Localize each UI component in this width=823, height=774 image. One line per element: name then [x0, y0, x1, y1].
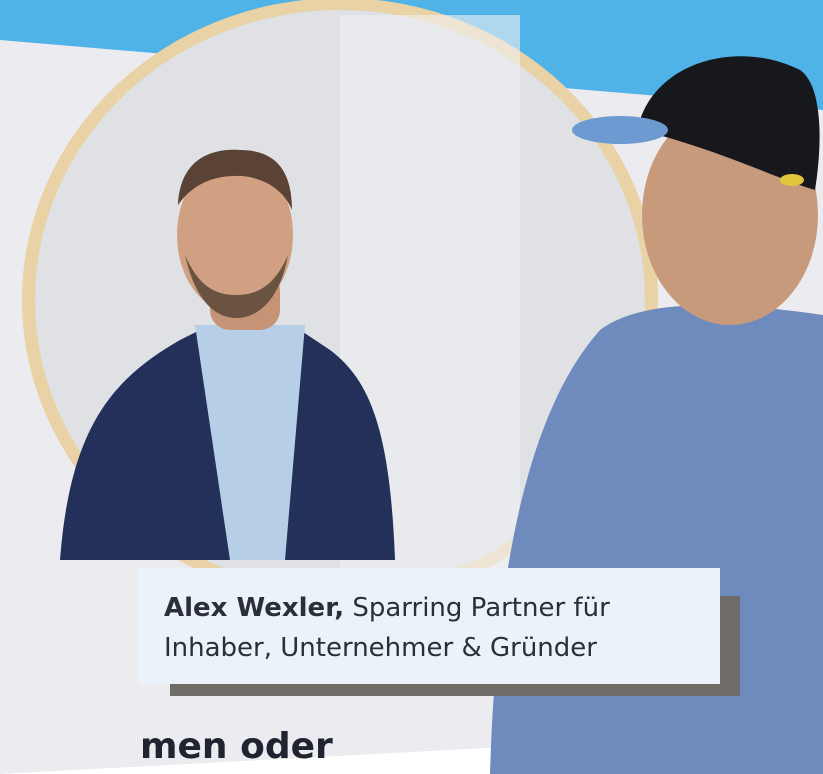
foreground-cap-logo [780, 174, 804, 186]
caption-role-line-1: Sparring Partner für [352, 593, 610, 623]
caption-name: Alex Wexler, [164, 593, 345, 623]
caption-role-line-2: Inhaber, Unternehmer & Gründer [164, 633, 597, 663]
cut-off-heading: men oder [140, 726, 333, 767]
foreground-cap-brim [572, 116, 668, 144]
caption-line-1: Alex Wexler, Sparring Partner für [164, 588, 720, 628]
caption-box: Alex Wexler, Sparring Partner für Inhabe… [138, 568, 720, 684]
